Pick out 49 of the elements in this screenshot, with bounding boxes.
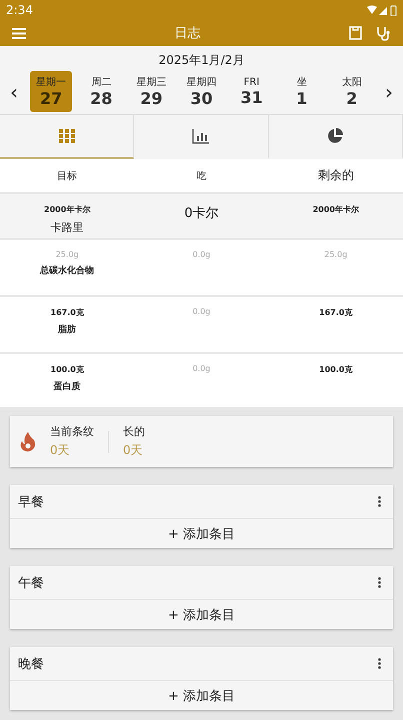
status-time: 2:34 [6, 3, 33, 17]
add-entry-button[interactable]: + 添加条目 [10, 600, 393, 629]
eaten-value: 0.0g [192, 250, 210, 259]
next-button[interactable]: › [381, 80, 397, 104]
streak-label: 当前条纹 [50, 424, 94, 439]
nutrient-label: 卡路里 [50, 220, 84, 235]
eaten-value: 0.0g [192, 364, 210, 373]
column-header: 目标 [56, 170, 78, 182]
bag-icon[interactable] [349, 26, 362, 40]
grid-icon [58, 129, 75, 143]
remaining-value: 167.0克 [319, 307, 352, 318]
stethoscope-icon[interactable] [376, 26, 391, 40]
goal-value: 25.0g [56, 250, 79, 259]
nutrient-label: 总碳水化合物 [40, 264, 94, 277]
column-header: 剩余的 [316, 167, 355, 184]
goal-value: 2000年卡尔 [44, 204, 90, 215]
day-button[interactable]: 坐 1 [280, 71, 323, 112]
meal-title: 午餐 [18, 574, 44, 592]
status-icons [367, 4, 397, 16]
day-button[interactable]: 星期一 27 [30, 71, 72, 112]
add-entry-button[interactable]: + 添加条目 [10, 519, 393, 548]
day-button[interactable]: FRI 31 [230, 71, 273, 112]
window-title: 日志 [174, 25, 202, 42]
remaining-value: 100.0克 [319, 364, 352, 375]
goal-value: 100.0克 [50, 364, 84, 375]
meal-title: 早餐 [18, 494, 44, 510]
goal-value: 167.0克 [50, 307, 84, 318]
streak-value: 0天 [123, 442, 144, 459]
remaining-value: 25.0g [324, 250, 348, 259]
day-button[interactable]: 太阳 2 [330, 71, 373, 112]
month-title: 2025年1月/2月 [158, 52, 246, 69]
previous-button[interactable]: ‹ [6, 80, 22, 104]
menu-icon[interactable] [12, 28, 26, 38]
add-entry-button[interactable]: + 添加条目 [10, 681, 393, 710]
bar-chart-icon [192, 128, 210, 144]
day-button[interactable]: 星期四 30 [180, 71, 222, 112]
nutrient-label: 脂肪 [58, 323, 76, 336]
day-button[interactable]: 周二 28 [80, 71, 122, 112]
nutrient-label: 蛋白质 [54, 380, 81, 393]
meal-title: 晚餐 [18, 656, 44, 672]
streak-label: 长的 [123, 424, 145, 439]
eaten-value: 0.0g [192, 307, 210, 316]
remaining-value: 2000年卡尔 [312, 204, 359, 215]
column-header: 吃 [195, 170, 208, 182]
flame-icon [20, 432, 36, 452]
day-button[interactable]: 星期三 29 [130, 71, 172, 112]
pie-chart-icon [327, 128, 344, 144]
eaten-value: 0卡尔 [184, 205, 219, 222]
streak-value: 0天 [50, 442, 71, 459]
